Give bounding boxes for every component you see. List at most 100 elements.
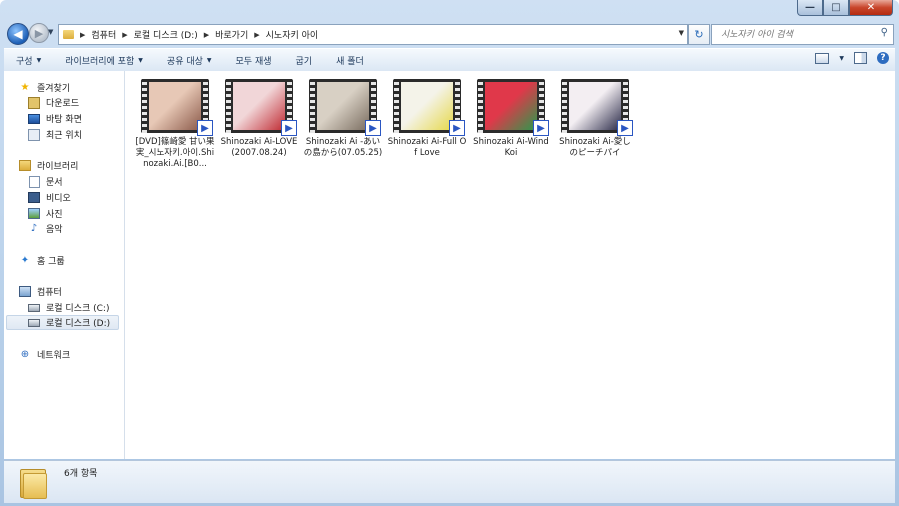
computer-icon: [19, 286, 31, 297]
navigation-pane: ★ 즐겨찾기 다운로드 바탕 화면 최근 위치 라이브러리 문서 비디오 사진 ♪…: [4, 71, 125, 459]
file-item[interactable]: ▶ Shinozaki Ai -あいの島から(07.05.25): [303, 79, 383, 159]
search-icon[interactable]: ⚲: [881, 27, 888, 38]
sidebar-item-label: 바탕 화면: [46, 115, 82, 125]
breadcrumb-arrow-icon[interactable]: ▶: [204, 31, 209, 39]
maximize-button[interactable]: □: [823, 0, 849, 16]
forward-button[interactable]: ▶: [29, 23, 49, 43]
folder-icon: [63, 30, 74, 39]
network-icon: ⊕: [20, 349, 30, 360]
thumbnail-image: [485, 82, 537, 130]
sidebar-item-label: 다운로드: [46, 99, 80, 109]
breadcrumb-shortcuts[interactable]: 바로가기: [215, 28, 248, 41]
media-player-badge-icon: ▶: [533, 120, 549, 136]
media-player-badge-icon: ▶: [617, 120, 633, 136]
sidebar-item-local-disk-d[interactable]: 로컬 디스크 (D:): [6, 315, 119, 330]
new-folder-label: 새 폴더: [336, 56, 364, 67]
star-icon: ★: [20, 82, 30, 93]
help-icon[interactable]: ?: [877, 52, 889, 64]
thumbnail-image: [317, 82, 369, 130]
sidebar-item-label: 음악: [46, 225, 63, 235]
breadcrumb-local-disk-d[interactable]: 로컬 디스크 (D:): [134, 28, 198, 41]
minimize-button[interactable]: —: [797, 0, 823, 16]
organize-button[interactable]: 구성 ▼: [4, 54, 53, 67]
share-with-label: 공유 대상: [166, 56, 203, 67]
sidebar-item-homegroup[interactable]: ✦ 홈 그룹: [19, 254, 65, 267]
new-folder-button[interactable]: 새 폴더: [324, 54, 376, 67]
sidebar-item-label: 로컬 디스크 (C:): [46, 304, 110, 314]
sidebar-item-label: 홈 그룹: [37, 257, 65, 267]
media-player-badge-icon: ▶: [449, 120, 465, 136]
file-item[interactable]: ▶ [DVD]篠崎愛 甘い果実_시노자키.아이.Shinozaki.Ai.[B0…: [135, 79, 215, 170]
recent-places-icon: [28, 128, 40, 141]
burn-button[interactable]: 굽기: [284, 54, 325, 67]
breadcrumb-arrow-icon[interactable]: ▶: [122, 31, 127, 39]
video-thumbnail: ▶: [393, 79, 465, 136]
media-player-badge-icon: ▶: [197, 120, 213, 136]
address-bar[interactable]: ▶ 컴퓨터 ▶ 로컬 디스크 (D:) ▶ 바로가기 ▶ 시노자키 아이 ▼: [58, 24, 688, 45]
sidebar-item-local-disk-c[interactable]: 로컬 디스크 (C:): [28, 301, 109, 314]
thumbnail-image: [401, 82, 453, 130]
sidebar-item-label: 컴퓨터: [37, 288, 62, 298]
change-view-icon[interactable]: [815, 52, 830, 64]
sidebar-item-computer[interactable]: 컴퓨터: [19, 285, 62, 298]
sidebar-item-label: 최근 위치: [46, 131, 82, 141]
view-controls: ▼ ?: [815, 52, 889, 64]
sidebar-item-label: 문서: [46, 178, 63, 188]
play-all-label: 모두 재생: [235, 56, 272, 67]
sidebar-item-recent-places[interactable]: 최근 위치: [28, 128, 82, 141]
breadcrumb-arrow-icon[interactable]: ▶: [80, 31, 85, 39]
video-thumbnail: ▶: [141, 79, 213, 136]
recent-pages-dropdown-icon[interactable]: ▼: [48, 28, 53, 36]
video-thumbnail: ▶: [225, 79, 297, 136]
file-name: [DVD]篠崎愛 甘い果実_시노자키.아이.Shinozaki.Ai.[B0..…: [135, 137, 215, 169]
pictures-icon: [28, 208, 40, 219]
file-item[interactable]: ▶ Shinozaki Ai-Wind Koi: [471, 79, 551, 159]
file-item[interactable]: ▶ Shinozaki Ai-LOVE(2007.08.24): [219, 79, 299, 159]
play-all-button[interactable]: 모두 재생: [224, 54, 284, 67]
search-input[interactable]: [719, 28, 873, 41]
search-box[interactable]: ⚲: [711, 24, 894, 45]
close-button[interactable]: ✕: [849, 0, 893, 16]
sidebar-item-desktop[interactable]: 바탕 화면: [28, 112, 82, 125]
sidebar-item-pictures[interactable]: 사진: [28, 207, 63, 220]
thumbnail-image: [233, 82, 285, 130]
back-button[interactable]: ◀: [7, 23, 29, 45]
libraries-icon: [19, 160, 31, 171]
file-list: ▶ [DVD]篠崎愛 甘い果実_시노자키.아이.Shinozaki.Ai.[B0…: [125, 71, 895, 459]
breadcrumb-arrow-icon[interactable]: ▶: [254, 31, 259, 39]
sidebar-item-label: 네트워크: [37, 351, 71, 361]
sidebar-item-label: 즐겨찾기: [37, 84, 71, 94]
sidebar-item-network[interactable]: ⊕ 네트워크: [19, 348, 70, 361]
media-player-badge-icon: ▶: [365, 120, 381, 136]
thumbnail-image: [569, 82, 621, 130]
breadcrumb: ▶ 컴퓨터 ▶ 로컬 디스크 (D:) ▶ 바로가기 ▶ 시노자키 아이: [74, 28, 319, 42]
address-dropdown-icon[interactable]: ▼: [679, 29, 684, 37]
preview-pane-icon[interactable]: [854, 52, 867, 64]
refresh-button[interactable]: ↻: [688, 24, 710, 45]
sidebar-item-downloads[interactable]: 다운로드: [28, 96, 79, 109]
view-options-chevron-icon[interactable]: ▼: [839, 55, 844, 62]
sidebar-item-documents[interactable]: 문서: [28, 175, 63, 188]
sidebar-item-videos[interactable]: 비디오: [28, 191, 71, 204]
breadcrumb-computer[interactable]: 컴퓨터: [91, 28, 116, 41]
file-item[interactable]: ▶ Shinozaki Ai-Full Of Love: [387, 79, 467, 159]
chevron-down-icon: ▼: [36, 56, 42, 64]
include-in-library-button[interactable]: 라이브러리에 포함 ▼: [53, 54, 155, 67]
command-bar: 구성 ▼ 라이브러리에 포함 ▼ 공유 대상 ▼ 모두 재생 굽기 새 폴더 ▼ ?: [4, 48, 895, 72]
file-name: Shinozaki Ai-Full Of Love: [387, 137, 467, 158]
homegroup-icon: ✦: [20, 255, 30, 266]
explorer-window: — □ ✕ ◀ ▶ ▼ ▶ 컴퓨터 ▶ 로컬 디스크 (D:) ▶ 바로가기 ▶…: [0, 0, 899, 506]
sidebar-item-music[interactable]: ♪ 음악: [28, 222, 63, 235]
sidebar-item-label: 로컬 디스크 (D:): [46, 319, 111, 329]
music-icon: ♪: [30, 223, 38, 234]
sidebar-item-favorites[interactable]: ★ 즐겨찾기: [19, 81, 71, 94]
details-pane: 6개 항목: [4, 460, 895, 503]
videos-icon: [28, 192, 40, 203]
sidebar-item-libraries[interactable]: 라이브러리: [19, 159, 78, 172]
share-with-button[interactable]: 공유 대상 ▼: [155, 54, 224, 67]
breadcrumb-current-folder[interactable]: 시노자키 아이: [266, 28, 319, 41]
sidebar-item-label: 사진: [46, 210, 63, 220]
video-thumbnail: ▶: [477, 79, 549, 136]
file-item[interactable]: ▶ Shinozaki Ai-愛しのピーチパイ: [555, 79, 635, 159]
folder-icon: [20, 467, 47, 499]
